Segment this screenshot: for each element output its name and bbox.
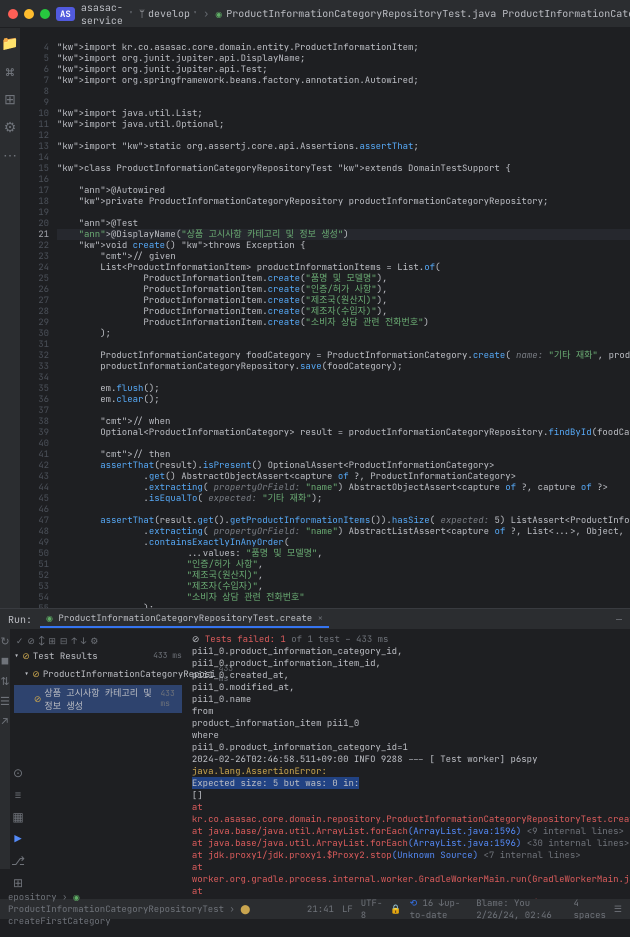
- collapse-icon[interactable]: ⊟: [60, 635, 68, 647]
- services-icon[interactable]: ▦: [12, 809, 23, 825]
- fail-msg: Tests failed: 1: [205, 633, 286, 645]
- gutter[interactable]: 4567891011121314151617181920212223242526…: [21, 42, 57, 608]
- branch-name: develop: [148, 7, 190, 20]
- expand-icon[interactable]: ⊞: [48, 635, 56, 647]
- titlebar: AS asasac-service ▾ ᛘ develop ▾ › Produc…: [0, 0, 630, 28]
- minimize-icon[interactable]: —: [616, 613, 622, 626]
- tab-label: ProductInformationCategoryRepositoryTest…: [226, 7, 496, 20]
- code-area[interactable]: "kw">import kr.co.asasac.core.domain.ent…: [57, 42, 630, 608]
- run-tree: ✓ ⊘ ↕ ⊞ ⊟ ↑ ↓ ⚙ ▾⊘ Test Results 433 ms ▾…: [10, 629, 186, 869]
- project-icon[interactable]: 📁: [0, 34, 20, 54]
- editor: ⚠ 5 ^ ˅ 45678910111213141516171819202122…: [21, 28, 630, 608]
- run-tab[interactable]: ProductInformationCategoryRepositoryTest…: [40, 610, 329, 628]
- git-blame[interactable]: Blame: You 2/26/24, 02:46: [476, 897, 565, 921]
- tree-node-1[interactable]: ▾⊘ ProductInformationCategoryReposi 433 …: [14, 663, 182, 685]
- minimize-icon[interactable]: [24, 9, 34, 19]
- prev-icon[interactable]: ↑: [71, 635, 76, 647]
- git-branch[interactable]: ᛘ develop ▾: [139, 7, 197, 20]
- next-icon[interactable]: ↓: [81, 635, 86, 647]
- run-panel: Run: ProductInformationCategoryRepositor…: [0, 608, 630, 869]
- indent[interactable]: 4 spaces: [574, 897, 606, 921]
- structure-icon[interactable]: ⌘: [0, 62, 20, 82]
- branch-icon: ᛘ: [139, 7, 145, 20]
- tree-time: 433 ms: [153, 651, 182, 661]
- database-icon[interactable]: ≡: [14, 787, 21, 803]
- project-badge[interactable]: AS: [56, 7, 75, 21]
- tree-node-2[interactable]: ⊘ 상품 고시사항 카테고리 및 정보 생성 433 ms: [14, 685, 182, 713]
- maximize-icon[interactable]: [40, 9, 50, 19]
- chevron-down-icon[interactable]: ▾: [129, 9, 133, 18]
- git-icon[interactable]: ⎇: [11, 853, 25, 869]
- tree-root[interactable]: ▾⊘ Test Results 433 ms: [14, 649, 182, 663]
- tree-label: Test Results: [33, 650, 98, 662]
- tab-label: ProductInformationCategoryReposi...t.cre…: [502, 7, 630, 20]
- project-name[interactable]: asasac-service: [81, 1, 123, 27]
- test-icon: [46, 612, 53, 624]
- sync-status[interactable]: ⟲ 16 ↓up-to-date: [410, 897, 469, 921]
- tree-time: 433 ms: [160, 689, 182, 709]
- chevron-down-icon: ▾: [193, 9, 197, 18]
- fail-sub: of 1 test – 433 ms: [291, 633, 388, 645]
- activity-bar: 📁 ⌘ ⊞ ⚙ ⋯: [0, 28, 21, 608]
- test-file-icon: [215, 7, 222, 20]
- gear-icon[interactable]: ⚙: [90, 635, 98, 647]
- encoding[interactable]: UTF-8: [361, 897, 383, 921]
- tree-label: 상품 고시사항 카테고리 및 정보 생성: [44, 686, 157, 712]
- sort-icon[interactable]: ↕: [39, 635, 44, 647]
- run-tab-label: ProductInformationCategoryRepositoryTest…: [58, 612, 312, 624]
- build-icon[interactable]: ⚙: [0, 118, 20, 138]
- window-controls: [8, 9, 50, 19]
- run-icon[interactable]: ▶: [14, 831, 21, 847]
- close-icon[interactable]: [8, 9, 18, 19]
- bottom-tool-tabs: ▣ ⊞ ⎇ ▶ ▦ ≡ ⊙: [0, 617, 36, 937]
- readonly-icon[interactable]: 🔒: [390, 903, 401, 915]
- problems-icon[interactable]: ⊞: [13, 875, 23, 891]
- zoom-icon[interactable]: ☰: [614, 903, 622, 915]
- bookmarks-icon[interactable]: ⊞: [0, 90, 20, 110]
- statusbar: epository › ProductInformationCategoryRe…: [0, 899, 630, 919]
- titlebar-tab-1[interactable]: ProductInformationCategoryRepositoryTest…: [215, 7, 496, 20]
- more-icon[interactable]: ⋯: [0, 146, 20, 166]
- debug-icon[interactable]: ⊙: [13, 765, 23, 781]
- titlebar-tab-2[interactable]: ProductInformationCategoryReposi...t.cre…: [502, 7, 630, 20]
- line-ending[interactable]: LF: [342, 903, 353, 915]
- caret-position[interactable]: 21:41: [307, 903, 334, 915]
- close-tab-icon[interactable]: ×: [318, 612, 323, 624]
- run-output[interactable]: ⊘ Tests failed: 1 of 1 test – 433 ms pii…: [186, 629, 630, 869]
- breadcrumb[interactable]: epository › ProductInformationCategoryRe…: [8, 891, 291, 927]
